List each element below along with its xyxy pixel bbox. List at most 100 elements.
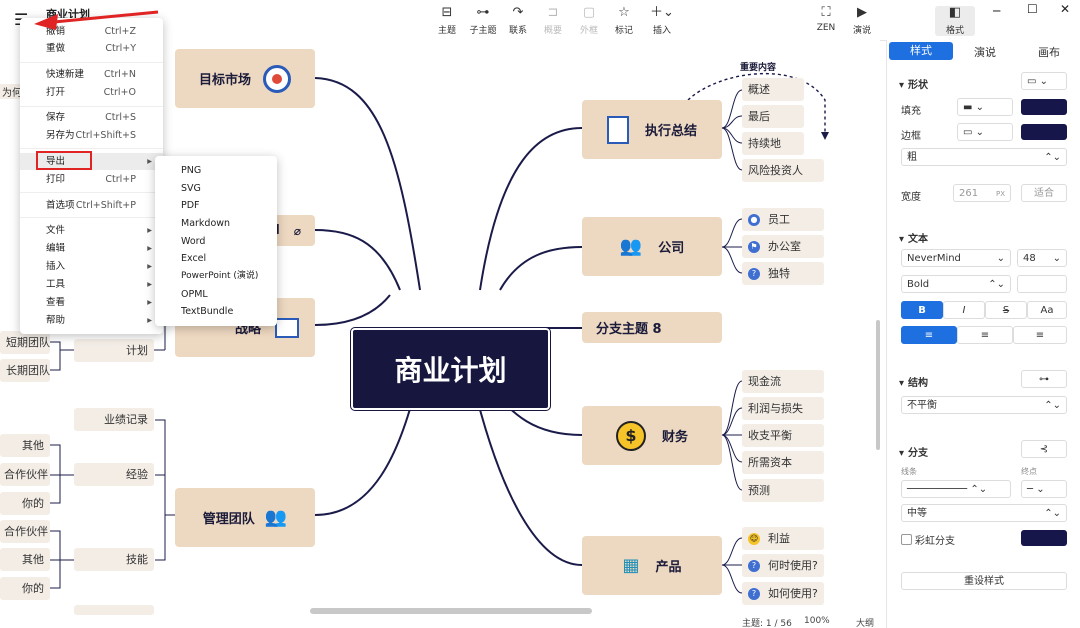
node-company[interactable]: 👥 公司	[582, 217, 722, 276]
reset-style-button[interactable]: 重设样式	[901, 572, 1067, 590]
menu-tools[interactable]: 工具 ▸	[46, 276, 158, 293]
leaf-unique[interactable]: ? 独特	[742, 262, 824, 285]
branch-style-selector[interactable]: ⊰	[1021, 440, 1067, 458]
toolbar-pitch-button[interactable]: ▶ 演说	[842, 6, 882, 37]
leaf-partner-2[interactable]: 合作伙伴	[0, 520, 50, 543]
align-center-button[interactable]: ≡	[957, 326, 1013, 344]
leaf-track-record[interactable]: 业绩记录	[74, 408, 154, 431]
export-powerpoint[interactable]: PowerPoint (演说)	[181, 268, 258, 285]
font-size-select[interactable]: 48 ⌄	[1017, 249, 1067, 267]
toolbar-format-button[interactable]: ◧ 格式	[935, 6, 975, 36]
structure-icon-selector[interactable]: ⊶	[1021, 370, 1067, 388]
leaf-vc[interactable]: 风险投资人	[742, 159, 824, 182]
leaf-cashflow[interactable]: 现金流	[742, 370, 824, 393]
branch-width-select[interactable]: 中等 ⌃⌄	[901, 504, 1067, 522]
leaf-sustain[interactable]: 持续地	[742, 132, 804, 155]
rainbow-branch-checkbox[interactable]	[901, 534, 912, 545]
tab-pitch[interactable]: 演说	[953, 44, 1017, 62]
export-pdf[interactable]: PDF	[181, 197, 200, 214]
align-left-button[interactable]: ≡	[901, 326, 957, 344]
toolbar-subtopic-button[interactable]: ⊶ 子主题	[463, 6, 503, 37]
leaf-benefit[interactable]: ☺ 利益	[742, 527, 824, 550]
structure-select[interactable]: 不平衡 ⌃⌄	[901, 396, 1067, 414]
font-family-select[interactable]: NeverMind ⌄	[901, 249, 1011, 267]
menu-help[interactable]: 帮助 ▸	[46, 312, 158, 329]
endpoint-select[interactable]: ─ ⌄	[1021, 480, 1067, 498]
node-branch-8[interactable]: 分支主题 8	[582, 312, 722, 343]
text-color-swatch[interactable]	[1017, 275, 1067, 293]
toolbar-topic-button[interactable]: ⊟ 主题	[427, 6, 467, 37]
close-icon[interactable]: ✕	[1060, 2, 1070, 16]
export-opml[interactable]: OPML	[181, 286, 208, 303]
leaf-skills[interactable]: 技能	[74, 548, 154, 571]
leaf-short-team[interactable]: 短期团队	[0, 331, 50, 354]
menu-open[interactable]: 打开 Ctrl+O	[46, 84, 158, 101]
align-right-button[interactable]: ≡	[1013, 326, 1067, 344]
central-topic[interactable]: 商业计划	[350, 327, 551, 411]
node-target-market[interactable]: 目标市场	[175, 49, 315, 108]
callout-important[interactable]: 重要内容	[740, 60, 776, 73]
menu-insert[interactable]: 插入 ▸	[46, 258, 158, 275]
menu-print[interactable]: 打印 Ctrl+P	[46, 171, 158, 188]
fill-color-swatch[interactable]	[1021, 99, 1067, 115]
menu-redo[interactable]: 重做 Ctrl+Y	[46, 40, 158, 57]
toolbar-zen-button[interactable]: ⛶ ZEN	[806, 6, 846, 34]
leaf-forecast[interactable]: 预测	[742, 479, 824, 502]
leaf-how[interactable]: ? 如何使用?	[742, 582, 824, 605]
leaf-yours-2[interactable]: 你的	[0, 577, 50, 600]
leaf-staff[interactable]: ● 员工	[742, 208, 824, 231]
menu-edit[interactable]: 编辑 ▸	[46, 240, 158, 257]
horizontal-scrollbar[interactable]	[310, 608, 592, 614]
leaf-other-1[interactable]: 其他	[0, 434, 50, 457]
export-markdown[interactable]: Markdown	[181, 215, 230, 232]
node-management-team[interactable]: 管理团队 👥	[175, 488, 315, 547]
menu-view[interactable]: 查看 ▸	[46, 294, 158, 311]
font-weight-select[interactable]: Bold ⌃⌄	[901, 275, 1011, 293]
toolbar-insert-button[interactable]: ＋⌄ 插入	[642, 6, 682, 37]
line-style-select[interactable]: ────────── ⌃⌄	[901, 480, 1011, 498]
menu-save[interactable]: 保存 Ctrl+S	[46, 109, 158, 126]
leaf-office[interactable]: ⚑ 办公室	[742, 235, 824, 258]
export-word[interactable]: Word	[181, 233, 205, 250]
leaf-yours-1[interactable]: 你的	[0, 492, 50, 515]
toolbar-relationship-button[interactable]: ↷ 联系	[498, 6, 538, 37]
leaf-capital[interactable]: 所需资本	[742, 451, 824, 474]
leaf-experience[interactable]: 经验	[74, 463, 154, 486]
node-executive-summary[interactable]: 执行总结	[582, 100, 722, 159]
export-svg[interactable]: SVG	[181, 180, 201, 197]
leaf-partner-1[interactable]: 合作伙伴	[0, 463, 50, 486]
vertical-scrollbar[interactable]	[876, 320, 880, 450]
leaf-when[interactable]: ? 何时使用?	[742, 554, 824, 577]
leaf-long-team[interactable]: 长期团队	[0, 359, 50, 382]
border-type-selector[interactable]: ▭ ⌄	[957, 123, 1013, 141]
leaf-breakeven[interactable]: 收支平衡	[742, 424, 824, 447]
border-color-swatch[interactable]	[1021, 124, 1067, 140]
toolbar-marker-button[interactable]: ☆ 标记	[604, 6, 644, 37]
italic-button[interactable]: I	[943, 301, 985, 319]
toolbar-summary-button[interactable]: ⊐ 概要	[533, 6, 573, 37]
node-product[interactable]: ▦ 产品	[582, 536, 722, 595]
fill-type-selector[interactable]: ▬ ⌄	[957, 98, 1013, 116]
menu-save-as[interactable]: 另存为 Ctrl+Shift+S	[46, 127, 158, 144]
branch-color-swatch[interactable]	[1021, 530, 1067, 546]
width-input[interactable]: 261 PX	[953, 184, 1011, 202]
outline-button[interactable]: 大纲	[856, 616, 874, 628]
leaf-overview[interactable]: 概述	[742, 78, 804, 101]
leaf-cut-off[interactable]	[74, 605, 154, 615]
zoom-level[interactable]: 100%	[804, 616, 830, 626]
node-finance[interactable]: $ 财务	[582, 406, 722, 465]
shape-selector[interactable]: ▭ ⌄	[1021, 72, 1067, 90]
export-excel[interactable]: Excel	[181, 250, 206, 267]
menu-preferences[interactable]: 首选项 Ctrl+Shift+P	[46, 197, 158, 214]
bold-button[interactable]: B	[901, 301, 943, 319]
export-textbundle[interactable]: TextBundle	[181, 303, 233, 320]
strikethrough-button[interactable]: S	[985, 301, 1027, 319]
leaf-other-2[interactable]: 其他	[0, 548, 50, 571]
tab-canvas[interactable]: 画布	[1017, 44, 1080, 62]
width-fit-button[interactable]: 适合	[1021, 184, 1067, 202]
leaf-profit-loss[interactable]: 利润与损失	[742, 397, 824, 420]
leaf-last[interactable]: 最后	[742, 105, 804, 128]
leaf-plan[interactable]: 计划	[74, 339, 154, 362]
minimize-icon[interactable]: ─	[993, 4, 1000, 18]
menu-quick-new[interactable]: 快速新建 Ctrl+N	[46, 66, 158, 83]
